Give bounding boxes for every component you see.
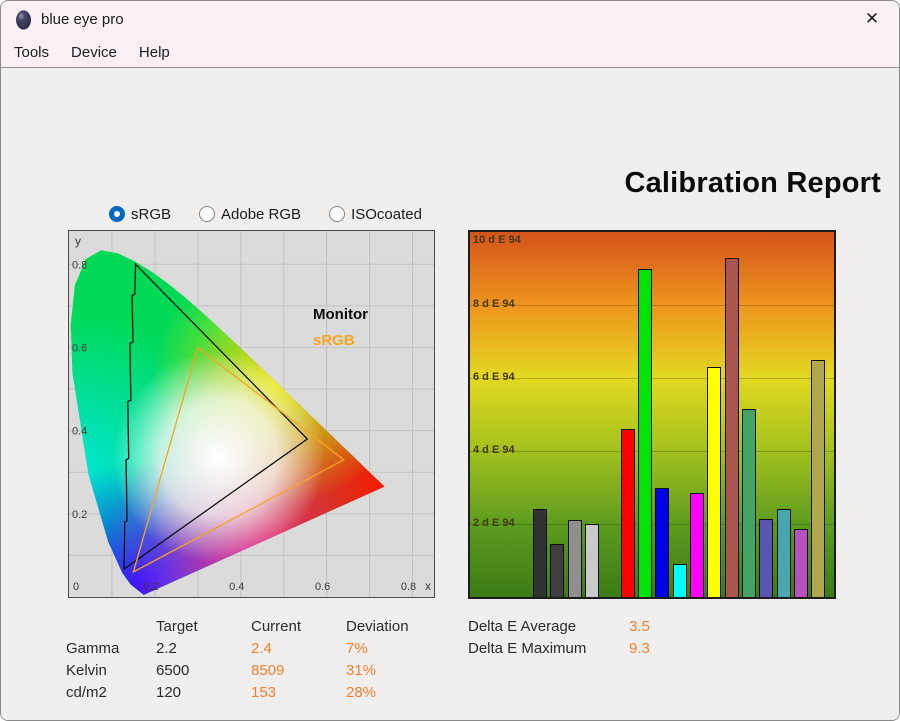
bar-axis-tick: 8 d E 94 bbox=[473, 298, 515, 310]
radio-label: sRGB bbox=[131, 205, 172, 223]
delta-e-bar-12 bbox=[742, 409, 756, 597]
app-icon bbox=[16, 10, 31, 30]
x-axis-label: x bbox=[425, 579, 431, 593]
bar-gridline bbox=[470, 305, 834, 306]
bar-axis-tick: 6 d E 94 bbox=[473, 371, 515, 383]
col-header-current: Current bbox=[251, 617, 302, 635]
radio-option-adobe-rgb[interactable]: Adobe RGB bbox=[199, 206, 301, 223]
delta-e-bar-10 bbox=[707, 367, 721, 597]
delta-e-bar-13 bbox=[759, 518, 773, 597]
close-button[interactable]: ✕ bbox=[851, 4, 893, 34]
content-area: Calibration Report sRGB Adobe RGB ISOcoate… bbox=[1, 69, 899, 720]
menu-item-tools[interactable]: Tools bbox=[13, 41, 50, 64]
cie-diagram: 0 0.2 0.4 0.6 0.8 0.2 0.4 0.6 0.8 y x Monitor sRGB bbox=[68, 230, 435, 598]
delta-e-average-value: 3.5 bbox=[629, 617, 650, 635]
y-axis-label: y bbox=[75, 234, 81, 248]
delta-e-bar-2 bbox=[550, 544, 564, 597]
radio-label: Adobe RGB bbox=[221, 205, 302, 223]
menu-item-device[interactable]: Device bbox=[70, 41, 118, 64]
delta-e-bar-8 bbox=[673, 564, 687, 597]
x-axis-tick: 0.4 bbox=[229, 581, 244, 593]
col-header-deviation: Deviation bbox=[346, 617, 409, 635]
window-title: blue eye pro bbox=[41, 11, 124, 28]
current-value: 8509 bbox=[251, 661, 285, 679]
delta-e-bar-15 bbox=[794, 529, 808, 597]
y-axis-tick: 0.2 bbox=[72, 509, 87, 521]
target-value: 2.2 bbox=[156, 639, 177, 657]
y-axis-tick: 0.8 bbox=[72, 259, 87, 271]
delta-e-bar-3 bbox=[568, 520, 582, 597]
radio-label: ISOcoated bbox=[351, 205, 422, 223]
deviation-value: 28% bbox=[346, 683, 377, 701]
delta-e-maximum-label: Delta E Maximum bbox=[468, 639, 587, 657]
target-value: 120 bbox=[156, 683, 182, 701]
page-title: Calibration Report bbox=[624, 167, 881, 199]
window-header: blue eye pro ✕ Tools Device Help bbox=[1, 1, 899, 68]
x-axis-tick: 0.2 bbox=[143, 581, 158, 593]
bar-axis-tick: 4 d E 94 bbox=[473, 444, 515, 456]
deviation-value: 31% bbox=[346, 661, 377, 679]
delta-e-bar-6 bbox=[638, 268, 652, 597]
menu-item-help[interactable]: Help bbox=[138, 41, 171, 64]
row-label: cd/m2 bbox=[66, 683, 107, 701]
bar-axis-tick: 10 d E 94 bbox=[473, 234, 521, 246]
delta-e-bar-16 bbox=[811, 359, 825, 597]
radio-selected-icon bbox=[109, 206, 125, 222]
measurement-table: Target Current Deviation Gamma 2.2 2.4 7% Kelvi… bbox=[66, 615, 456, 703]
current-value: 153 bbox=[251, 683, 277, 701]
gamut-radio-group: sRGB Adobe RGB ISOcoated bbox=[109, 204, 450, 224]
delta-e-bar-9 bbox=[690, 492, 704, 597]
delta-e-bar-1 bbox=[533, 509, 547, 597]
x-axis-tick: 0 bbox=[73, 581, 79, 593]
x-axis-tick: 0.8 bbox=[401, 581, 416, 593]
delta-e-bar-5 bbox=[621, 429, 635, 597]
deviation-value: 7% bbox=[346, 639, 368, 657]
y-axis-tick: 0.6 bbox=[72, 342, 87, 354]
row-label: Gamma bbox=[66, 639, 120, 657]
radio-option-isocoated[interactable]: ISOcoated bbox=[329, 206, 422, 223]
x-axis-tick: 0.6 bbox=[315, 581, 330, 593]
bar-gridline bbox=[470, 451, 834, 452]
bar-gridline bbox=[470, 378, 834, 379]
legend-srgb-label: sRGB bbox=[313, 332, 355, 349]
delta-e-summary: Delta E Average 3.5 Delta E Maximum 9.3 bbox=[468, 615, 709, 659]
radio-option-srgb[interactable]: sRGB bbox=[109, 206, 171, 223]
bar-axis-tick: 2 d E 94 bbox=[473, 517, 515, 529]
target-value: 6500 bbox=[156, 661, 190, 679]
delta-e-chart: 10 d E 94 8 d E 94 6 d E 94 4 d E 94 2 d E 9… bbox=[468, 230, 836, 599]
cie-horseshoe bbox=[70, 250, 385, 595]
delta-e-bar-7 bbox=[655, 487, 669, 597]
radio-unselected-icon bbox=[199, 206, 216, 222]
title-bar: blue eye pro ✕ bbox=[1, 1, 899, 38]
y-axis-tick: 0.4 bbox=[72, 426, 87, 438]
radio-unselected-icon bbox=[329, 206, 346, 222]
menu-bar: Tools Device Help bbox=[1, 38, 899, 67]
col-header-target: Target bbox=[156, 617, 198, 635]
delta-e-bar-4 bbox=[585, 524, 599, 597]
delta-e-average-label: Delta E Average bbox=[468, 617, 577, 635]
row-label: Kelvin bbox=[66, 661, 107, 679]
delta-e-bar-14 bbox=[777, 509, 791, 597]
legend-monitor-label: Monitor bbox=[313, 306, 368, 323]
app-window: blue eye pro ✕ Tools Device Help Calibrati… bbox=[0, 0, 900, 721]
delta-e-maximum-value: 9.3 bbox=[629, 639, 650, 657]
delta-e-bar-11 bbox=[725, 257, 739, 597]
current-value: 2.4 bbox=[251, 639, 272, 657]
